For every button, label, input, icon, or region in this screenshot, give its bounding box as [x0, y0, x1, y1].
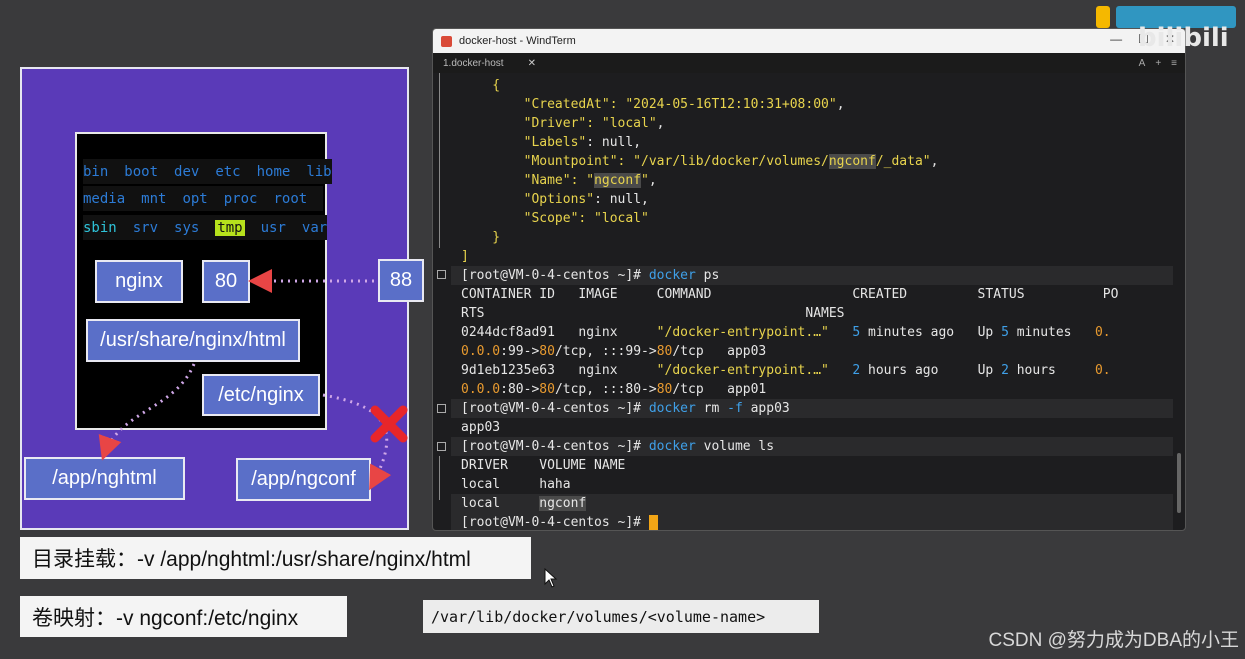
- terminal-line: app03: [461, 420, 501, 435]
- host-port-box: 88: [378, 259, 424, 302]
- terminal-line: CONTAINER ID IMAGE COMMAND CREATED STATU…: [461, 287, 1119, 302]
- container-conf-path-box: /etc/nginx: [202, 374, 320, 416]
- terminal-line: local ngconf: [451, 494, 1173, 513]
- terminal-line: "Options": null,: [461, 192, 649, 207]
- dir-mnt: mnt: [141, 190, 167, 207]
- terminal-line: "Scope": "local": [461, 211, 649, 226]
- terminal-line: "Name": "ngconf",: [461, 173, 657, 188]
- tab-bar: 1.docker-host ✕ A + ≡: [433, 53, 1185, 73]
- volume-mount-caption: 卷映射：-v ngconf:/etc/nginx: [20, 596, 347, 637]
- terminal-line: 0244dcf8ad91 nginx "/docker-entrypoint.……: [461, 325, 1111, 340]
- terminal-line: {: [461, 78, 501, 93]
- terminal-line: "Labels": null,: [461, 135, 642, 150]
- csdn-watermark: CSDN @努力成为DBA的小王: [988, 630, 1239, 651]
- new-tab-button[interactable]: +: [1155, 58, 1161, 69]
- container-html-path-box: /usr/share/nginx/html: [86, 319, 300, 362]
- dir-row-2: media mnt opt proc root: [83, 186, 324, 211]
- dir-media: media: [83, 190, 126, 207]
- volume-path-hint: /var/lib/docker/volumes/<volume-name>: [423, 600, 819, 633]
- mouse-pointer-icon: [544, 568, 558, 588]
- fold-gutter: [439, 73, 447, 248]
- terminal-line: RTS NAMES: [461, 306, 845, 321]
- terminal-line: 9d1eb1235e63 nginx "/docker-entrypoint.……: [461, 363, 1111, 378]
- dir-boot: boot: [124, 163, 159, 180]
- terminal-line: DRIVER VOLUME NAME: [461, 458, 626, 473]
- dir-opt: opt: [182, 190, 208, 207]
- terminal-line: [root@VM-0-4-centos ~]# docker rm -f app…: [451, 399, 1173, 418]
- terminal-line: local haha: [461, 477, 571, 492]
- dir-etc: etc: [215, 163, 241, 180]
- dir-home: home: [256, 163, 291, 180]
- terminal-line: "CreatedAt": "2024-05-16T12:10:31+08:00"…: [461, 97, 845, 112]
- dir-dev: dev: [174, 163, 200, 180]
- terminal-line: "Driver": "local",: [461, 116, 665, 131]
- bind-mount-caption: 目录挂载：-v /app/nghtml:/usr/share/nginx/htm…: [20, 537, 531, 579]
- dir-usr: usr: [260, 219, 286, 236]
- font-tool-button[interactable]: A: [1139, 58, 1146, 69]
- dir-root: root: [273, 190, 308, 207]
- dir-var: var: [301, 219, 328, 236]
- terminal-line: 0.0.0:99->80/tcp, :::99->80/tcp app03: [461, 344, 767, 359]
- dir-sys: sys: [174, 219, 200, 236]
- windterm-icon: [441, 35, 452, 47]
- terminal-cursor: [648, 514, 658, 530]
- terminal-output[interactable]: { "CreatedAt": "2024-05-16T12:10:31+08:0…: [433, 73, 1185, 530]
- nginx-box: nginx: [95, 260, 183, 303]
- window-title: docker-host - WindTerm: [459, 35, 576, 47]
- terminal-line: [root@VM-0-4-centos ~]# docker ps: [451, 266, 1173, 285]
- dir-tmp: tmp: [215, 219, 245, 236]
- host-html-path-box: /app/nghtml: [24, 457, 185, 500]
- tab-close-icon[interactable]: ✕: [528, 58, 536, 69]
- fold-toggle[interactable]: [437, 270, 446, 279]
- dir-row-1: bin boot dev etc home lib: [83, 159, 332, 184]
- bilibili-logo-icon: bilibili: [1096, 6, 1236, 50]
- fold-gutter: [439, 456, 447, 500]
- tab-tools: A + ≡: [1139, 58, 1177, 69]
- dir-sbin: sbin: [83, 219, 117, 236]
- fold-toggle[interactable]: [437, 404, 446, 413]
- terminal-scrollbar[interactable]: [1177, 453, 1181, 513]
- tab-docker-host[interactable]: 1.docker-host: [443, 58, 504, 69]
- dir-srv: srv: [132, 219, 159, 236]
- windterm-window: docker-host - WindTerm — ☐ ✕ 1.docker-ho…: [432, 28, 1186, 531]
- fold-toggle[interactable]: [437, 442, 446, 451]
- dir-lib: lib: [306, 163, 332, 180]
- terminal-line: 0.0.0:80->80/tcp, :::80->80/tcp app01: [461, 382, 767, 397]
- dir-bin: bin: [83, 163, 109, 180]
- container-port-box: 80: [202, 260, 250, 303]
- dir-row-3: sbin srv sys tmp usr var: [83, 215, 328, 240]
- terminal-line: [root@VM-0-4-centos ~]# docker volume ls: [451, 437, 1173, 456]
- terminal-line: [root@VM-0-4-centos ~]#: [451, 513, 1173, 530]
- svg-text:bilibili: bilibili: [1138, 23, 1229, 50]
- menu-button[interactable]: ≡: [1171, 58, 1177, 69]
- terminal-line: }: [461, 230, 501, 245]
- dir-proc: proc: [223, 190, 258, 207]
- host-conf-path-box: /app/ngconf: [236, 458, 371, 501]
- terminal-line: ]: [461, 249, 469, 264]
- terminal-line: "Mountpoint": "/var/lib/docker/volumes/n…: [461, 154, 939, 169]
